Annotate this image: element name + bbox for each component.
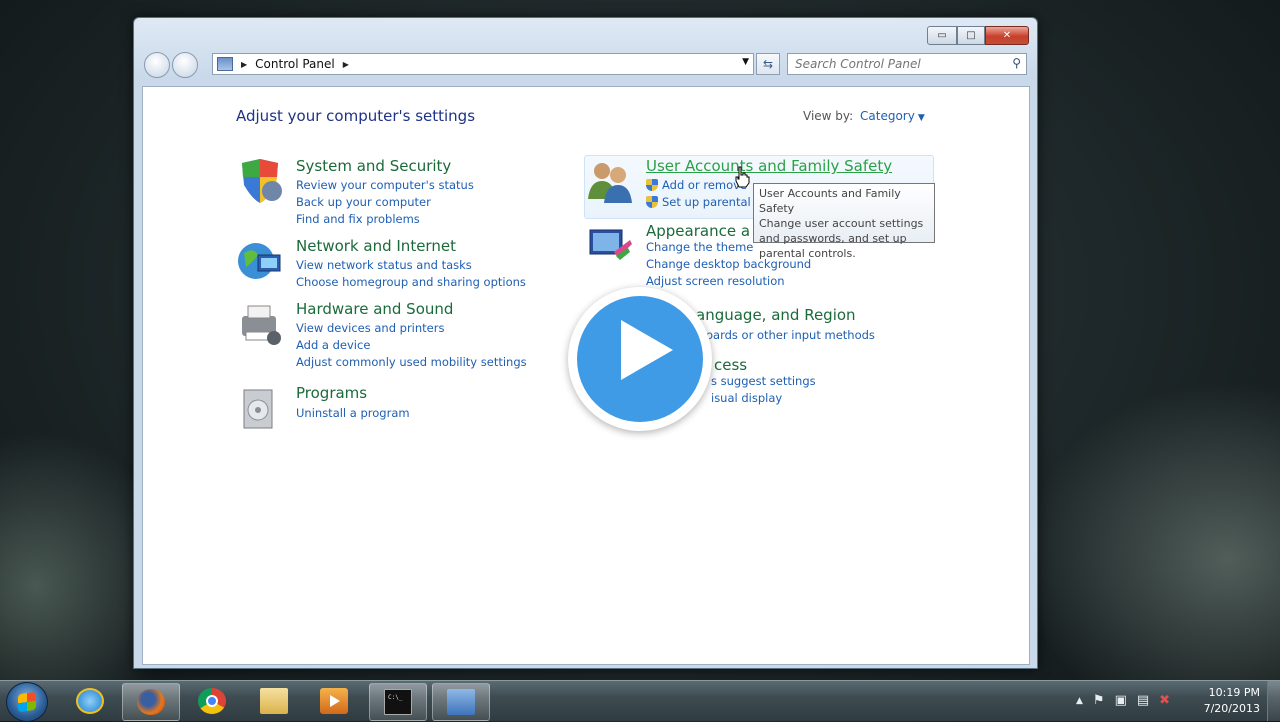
category-title[interactable]: User Accounts and Family Safety (646, 157, 892, 175)
category-link[interactable]: Set up parental (646, 195, 751, 209)
breadcrumb-separator-icon[interactable]: ▶ (343, 60, 349, 69)
category-title[interactable]: Programs (296, 384, 367, 402)
category-link[interactable]: Adjust commonly used mobility settings (296, 355, 527, 369)
address-dropdown-icon[interactable]: ▼ (742, 57, 749, 67)
refresh-button[interactable]: ⇆ (756, 53, 780, 75)
taskbar-item-ie[interactable] (62, 683, 118, 719)
clock-date[interactable]: 7/20/2013 (1198, 701, 1260, 717)
category-link[interactable]: Change the theme (646, 240, 753, 254)
category-link[interactable]: oards or other input methods (706, 328, 875, 342)
search-input[interactable] (793, 56, 1007, 72)
users-icon (588, 163, 632, 203)
show-desktop-button[interactable] (1267, 681, 1280, 721)
taskbar-item-chrome[interactable] (184, 683, 240, 719)
category-network-internet: Network and Internet View network status… (236, 237, 536, 292)
system-tray: ▲ ⚑ ▣ ▤ ✖ (1076, 693, 1170, 708)
breadcrumb-separator-icon: ▶ (241, 59, 248, 69)
clock[interactable]: 10:19 PM 7/20/2013 (1198, 685, 1260, 717)
breadcrumb-control-panel[interactable]: Control Panel (255, 57, 335, 71)
view-by-value[interactable]: Category (860, 109, 915, 123)
volume-muted-icon[interactable]: ✖ (1159, 693, 1170, 708)
category-link[interactable]: isual display (711, 391, 782, 405)
tooltip: User Accounts and Family Safety Change u… (753, 183, 935, 260)
show-hidden-icons-icon[interactable]: ▲ (1076, 693, 1083, 708)
taskbar-item-explorer[interactable] (246, 683, 302, 719)
action-center-flag-icon[interactable]: ⚑ (1093, 693, 1105, 708)
windows-logo-icon (18, 691, 36, 713)
page-title: Adjust your computer's settings (236, 107, 476, 125)
dropdown-arrow-icon[interactable]: ▼ (918, 113, 925, 123)
category-title[interactable]: anguage, and Region (696, 306, 856, 324)
category-title[interactable]: Appearance a (646, 222, 750, 240)
desktop-glow-right (1020, 380, 1280, 680)
view-by-dropdown[interactable]: Category ▼ (860, 109, 925, 123)
hand-cursor-icon (735, 166, 750, 188)
category-link[interactable]: Add or remove (646, 178, 747, 192)
clock-time[interactable]: 10:19 PM (1198, 685, 1260, 701)
device-icon[interactable]: ▣ (1115, 693, 1127, 708)
video-play-button[interactable] (568, 287, 712, 431)
firefox-icon (137, 689, 165, 715)
network-icon[interactable]: ▤ (1137, 693, 1149, 708)
category-link[interactable]: Uninstall a program (296, 406, 410, 420)
category-title[interactable]: cess (714, 356, 747, 374)
category-link[interactable]: Review your computer's status (296, 178, 474, 192)
uac-shield-icon (646, 196, 658, 208)
address-bar[interactable]: ▶ Control Panel ▶ ▼ (212, 53, 754, 75)
appearance-icon (589, 229, 632, 260)
tooltip-body: Change user account settings and passwor… (759, 217, 924, 260)
category-link[interactable]: s suggest settings (711, 374, 816, 388)
category-hardware-sound: Hardware and Sound View devices and prin… (236, 300, 536, 370)
category-system-security: System and Security Review your computer… (236, 157, 536, 227)
uac-shield-icon (646, 179, 658, 191)
category-title[interactable]: Hardware and Sound (296, 300, 453, 318)
category-link-label[interactable]: Set up parental (662, 195, 751, 209)
control-panel-icon (447, 689, 475, 715)
taskbar-item-cmd[interactable] (369, 683, 427, 721)
taskbar: ▲ ⚑ ▣ ▤ ✖ 10:19 PM 7/20/2013 (0, 680, 1280, 722)
programs-icon (243, 389, 273, 429)
maximize-button[interactable]: □ (957, 26, 985, 45)
category-link[interactable]: Find and fix problems (296, 212, 420, 226)
chrome-icon (198, 688, 226, 714)
taskbar-item-control-panel[interactable] (432, 683, 490, 721)
category-link[interactable]: Back up your computer (296, 195, 431, 209)
start-button[interactable] (6, 682, 48, 722)
category-title[interactable]: System and Security (296, 157, 451, 175)
minimize-button[interactable]: ▭ (927, 26, 957, 45)
refresh-icon: ⇆ (762, 57, 774, 71)
control-panel-icon (217, 57, 233, 71)
view-by-label: View by: (803, 109, 854, 123)
printer-icon (242, 305, 281, 345)
tooltip-title: User Accounts and Family Safety (759, 187, 901, 215)
close-button[interactable]: ✕ (985, 26, 1029, 45)
window-caption-buttons: ▭ □ ✕ (927, 26, 1029, 45)
media-player-icon (320, 688, 348, 714)
taskbar-item-media-player[interactable] (306, 683, 362, 719)
category-link[interactable]: Adjust screen resolution (646, 274, 785, 288)
search-icon[interactable]: ⚲ (1012, 56, 1021, 70)
play-icon[interactable] (621, 320, 673, 380)
category-link[interactable]: Choose homegroup and sharing options (296, 275, 526, 289)
category-title[interactable]: Network and Internet (296, 237, 456, 255)
category-programs: Programs Uninstall a program (236, 384, 536, 429)
back-button[interactable] (144, 52, 170, 78)
shield-icon (242, 159, 282, 203)
command-prompt-icon (384, 689, 412, 715)
explorer-folder-icon (260, 688, 288, 714)
category-link[interactable]: Add a device (296, 338, 370, 352)
taskbar-item-firefox[interactable] (122, 683, 180, 721)
forward-button[interactable] (172, 52, 198, 78)
category-link[interactable]: View network status and tasks (296, 258, 472, 272)
search-box[interactable]: ⚲ (787, 53, 1027, 75)
navigation-bar: ▶ Control Panel ▶ ▼ ⇆ ⚲ (142, 51, 1028, 78)
globe-network-icon (238, 243, 281, 279)
internet-explorer-icon (76, 688, 104, 714)
category-link[interactable]: View devices and printers (296, 321, 444, 335)
